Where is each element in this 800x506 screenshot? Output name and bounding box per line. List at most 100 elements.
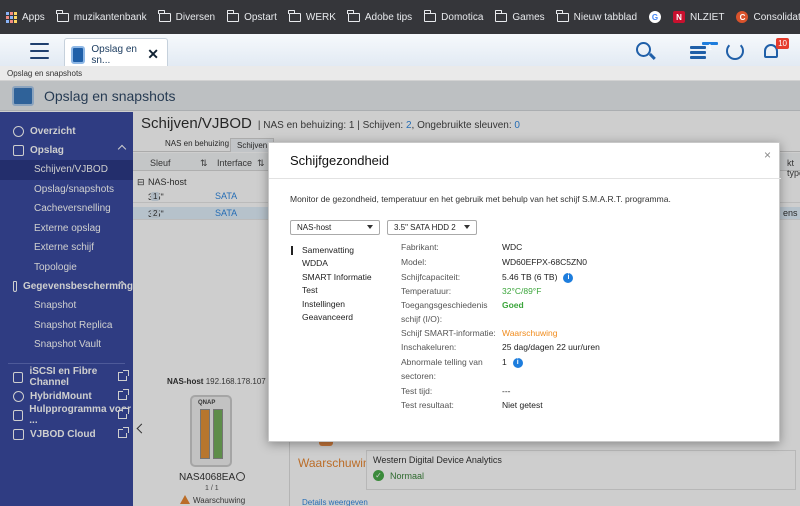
disk-select[interactable]: 3.5" SATA HDD 2 bbox=[387, 220, 477, 235]
folder-icon bbox=[226, 9, 240, 22]
info-key: Temperatuur: bbox=[401, 286, 452, 296]
chevron-down-icon bbox=[464, 225, 470, 229]
dialog-description: Monitor de gezondheid, temperatuur en he… bbox=[290, 194, 671, 204]
bookmark-label: Games bbox=[512, 11, 545, 23]
info-row-test-result: Test resultaat: Niet getest bbox=[401, 398, 771, 412]
apps-grid-icon bbox=[6, 11, 17, 23]
menu-item-advanced[interactable]: Geavanceerd bbox=[291, 311, 372, 324]
breadcrumb: Opslag en snapshots bbox=[0, 66, 800, 81]
host-select[interactable]: NAS-host bbox=[290, 220, 380, 235]
bookmark-opstart[interactable]: Opstart bbox=[226, 9, 277, 23]
info-key: Schijf SMART-informatie: bbox=[401, 328, 496, 338]
info-value: WDC bbox=[502, 242, 523, 252]
info-row-capacity: Schijfcapaciteit: 5.46 TB (6 TB) i bbox=[401, 270, 771, 284]
info-row-smart: Schijf SMART-informatie: Waarschuwing bbox=[401, 326, 771, 340]
bookmark-label: Consolidated Bake... bbox=[753, 11, 800, 23]
info-icon[interactable]: i bbox=[512, 357, 523, 368]
menu-item-settings[interactable]: Instellingen bbox=[291, 298, 372, 311]
disk-health-dialog: Schijfgezondheid × Monitor de gezondheid… bbox=[268, 142, 781, 442]
bad-sectors-value: 1 bbox=[502, 357, 507, 367]
bookmark-domotica[interactable]: Domotica bbox=[423, 9, 484, 23]
bookmark-google[interactable]: G bbox=[649, 11, 662, 23]
dialog-title: Schijfgezondheid bbox=[290, 153, 390, 168]
menu-item-wdda[interactable]: WDDA bbox=[291, 257, 372, 270]
tasks-badge: 1 bbox=[702, 42, 718, 52]
close-icon[interactable]: ✕ bbox=[147, 46, 159, 63]
folder-icon bbox=[288, 9, 301, 22]
io-history-value: Goed bbox=[502, 300, 524, 310]
bookmark-games[interactable]: Games bbox=[494, 9, 545, 23]
folder-icon bbox=[56, 9, 69, 22]
bell-icon[interactable]: 10 bbox=[761, 38, 789, 64]
info-row-io-history: Toegangsgeschiedenis schijf (I/O): Goed bbox=[401, 298, 771, 326]
info-value: 25 dag/dagen 22 uur/uren bbox=[502, 342, 600, 352]
bookmark-diversen[interactable]: Diversen bbox=[158, 9, 216, 23]
info-key-line1: Abnormale telling van bbox=[401, 357, 483, 367]
bookmark-consolidated[interactable]: C Consolidated Bake... bbox=[736, 11, 800, 23]
nlziet-icon: N bbox=[673, 11, 686, 23]
folder-icon bbox=[556, 9, 569, 22]
info-row-model: Model: WD60EFPX-68C5ZN0 bbox=[401, 255, 771, 269]
bookmark-label: Domotica bbox=[441, 11, 484, 23]
google-icon: G bbox=[649, 11, 662, 23]
folder-icon bbox=[494, 9, 508, 22]
background-tasks-icon[interactable]: 1 bbox=[690, 42, 718, 66]
info-key: Test tijd: bbox=[401, 386, 433, 396]
close-icon[interactable]: × bbox=[764, 148, 771, 162]
bookmark-label: WERK bbox=[305, 11, 336, 23]
info-key: Fabrikant: bbox=[401, 242, 439, 252]
info-value: 5.46 TB (6 TB) i bbox=[502, 270, 574, 284]
info-value: Niet getest bbox=[502, 400, 543, 410]
tab-label: Opslag en sn... bbox=[91, 43, 137, 66]
bookmark-label: Opstart bbox=[244, 11, 277, 23]
capacity-value: 5.46 TB (6 TB) bbox=[502, 272, 558, 282]
disk-select-value: 3.5" SATA HDD 2 bbox=[394, 223, 456, 232]
folder-icon bbox=[158, 9, 171, 22]
bookmarks-bar: Apps muzikantenbank Diversen Opstart WER… bbox=[0, 0, 800, 34]
info-key: Abnormale telling van sectoren: bbox=[401, 355, 493, 383]
storage-app-icon bbox=[71, 45, 86, 64]
bookmark-label: Apps bbox=[22, 11, 45, 23]
bookmark-label: NLZIET bbox=[690, 11, 725, 23]
bookmark-label: Adobe tips bbox=[364, 11, 413, 23]
info-row-bad-sectors: Abnormale telling van sectoren: 1 i bbox=[401, 355, 771, 383]
bookmark-apps[interactable]: Apps bbox=[6, 11, 45, 23]
bookmark-werk[interactable]: WERK bbox=[288, 9, 336, 23]
menu-item-summary[interactable]: Samenvatting bbox=[291, 244, 372, 257]
temperature-value: 32°C/89°F bbox=[502, 286, 542, 296]
main-menu-icon[interactable] bbox=[30, 43, 49, 61]
info-key: Toegangsgeschiedenis schijf (I/O): bbox=[401, 298, 493, 326]
info-value: --- bbox=[502, 386, 511, 396]
folder-icon bbox=[347, 9, 360, 22]
bookmark-label: Nieuw tabblad bbox=[573, 11, 638, 23]
bookmark-muzikantenbank[interactable]: muzikantenbank bbox=[56, 9, 147, 23]
bookmark-nlziet[interactable]: N NLZIET bbox=[673, 11, 724, 23]
info-key-line2: sectoren: bbox=[401, 371, 436, 381]
info-icon[interactable]: i bbox=[563, 272, 574, 283]
smart-status-value[interactable]: Waarschuwing bbox=[502, 326, 557, 340]
info-key-line2: schijf (I/O): bbox=[401, 314, 443, 324]
dialog-divider bbox=[269, 178, 781, 179]
info-key: Model: bbox=[401, 257, 427, 267]
bookmark-label: muzikantenbank bbox=[73, 11, 147, 23]
folder-icon bbox=[423, 9, 437, 22]
alerts-badge: 10 bbox=[776, 38, 789, 49]
bookmark-nieuw-tabblad[interactable]: Nieuw tabblad bbox=[556, 9, 638, 23]
info-row-test-time: Test tijd: --- bbox=[401, 384, 771, 398]
menu-item-test[interactable]: Test bbox=[291, 284, 372, 297]
info-key: Schijfcapaciteit: bbox=[401, 272, 461, 282]
bookmark-label: Diversen bbox=[175, 11, 216, 23]
info-value: 1i bbox=[502, 355, 523, 369]
info-row-manufacturer: Fabrikant: WDC bbox=[401, 240, 771, 254]
info-row-power-on: Inschakeluren: 25 dag/dagen 22 uur/uren bbox=[401, 340, 771, 354]
chevron-down-icon bbox=[367, 225, 373, 229]
menu-item-smart[interactable]: SMART Informatie bbox=[291, 271, 372, 284]
search-icon[interactable] bbox=[636, 42, 658, 64]
host-select-value: NAS-host bbox=[297, 223, 332, 232]
info-key: Test resultaat: bbox=[401, 400, 454, 410]
bookmark-adobe-tips[interactable]: Adobe tips bbox=[347, 9, 413, 23]
info-value: WD60EFPX-68C5ZN0 bbox=[502, 257, 588, 267]
sync-icon[interactable] bbox=[726, 42, 748, 64]
bakery-icon: C bbox=[736, 11, 749, 23]
info-key: Inschakeluren: bbox=[401, 342, 457, 352]
